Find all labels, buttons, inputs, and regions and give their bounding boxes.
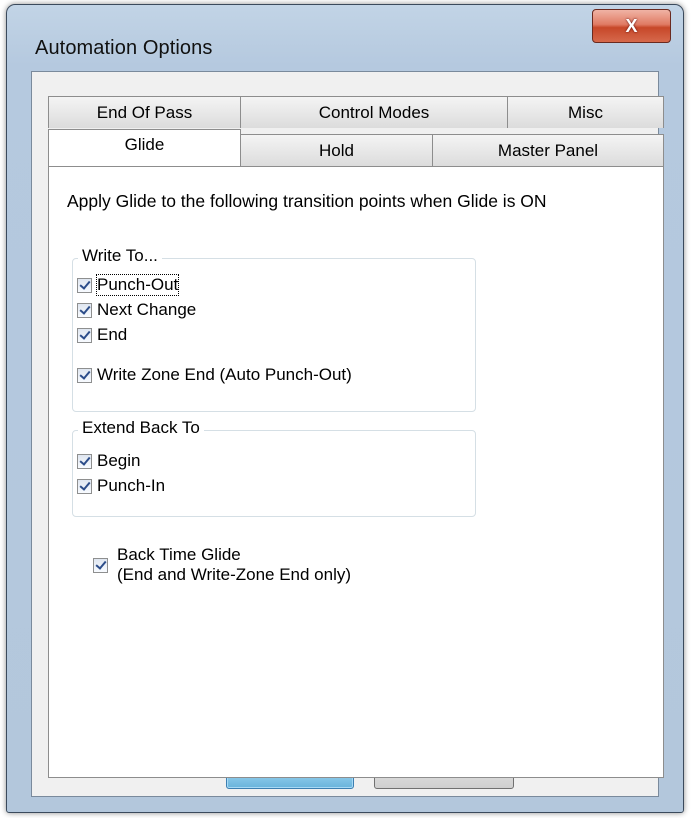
tab-label: Glide [124,135,165,154]
checkbox-label: (End and Write-Zone End only) [117,565,352,584]
close-button[interactable]: X [592,9,671,43]
checkbox-label: Begin [97,451,141,470]
title-bar[interactable]: Automation Options X [7,5,683,65]
end-checkbox[interactable]: End [77,325,127,345]
checkbox-checked-icon [77,302,92,318]
punch-in-checkbox[interactable]: Punch-In [77,476,165,496]
window-title: Automation Options [35,37,213,59]
glide-tab-panel: Apply Glide to the following transition … [48,166,664,778]
tab-label: Control Modes [318,102,430,122]
dialog-window: Automation Options X End Of Pass Control… [6,4,684,813]
write-to-group-title: Write To... [78,246,162,266]
punch-out-checkbox[interactable]: Punch-Out [77,274,180,296]
tab-label: Master Panel [497,140,599,160]
extend-back-to-group: Extend Back To Begin Punch-In [72,418,476,517]
checkbox-label: End [97,325,128,344]
begin-checkbox[interactable]: Begin [77,451,140,471]
tab-control-modes[interactable]: Control Modes [240,96,508,128]
tab-hold[interactable]: Hold [240,134,433,166]
extend-back-to-group-title: Extend Back To [78,418,204,438]
close-icon: X [625,15,638,36]
glide-description: Apply Glide to the following transition … [67,191,547,211]
checkbox-checked-icon [77,277,92,293]
checkbox-checked-icon [77,327,92,343]
dialog-client-area: End Of Pass Control Modes Misc Glide Hol… [31,71,664,797]
checkbox-checked-icon [77,453,92,469]
tab-master-panel[interactable]: Master Panel [432,134,664,166]
checkbox-checked-icon [77,367,92,383]
checkbox-label-block: Back Time Glide (End and Write-Zone End … [117,545,351,585]
tab-label: Hold [319,140,354,160]
checkbox-label: Punch-Out [95,274,180,296]
tab-label: End Of Pass [96,102,193,122]
tab-end-of-pass[interactable]: End Of Pass [48,96,241,128]
checkbox-label: Next Change [97,300,197,319]
back-time-glide-checkbox[interactable]: Back Time Glide (End and Write-Zone End … [93,545,351,585]
tab-glide[interactable]: Glide [48,129,241,166]
checkbox-label: Write Zone End (Auto Punch-Out) [97,365,352,384]
checkbox-label: Punch-In [97,476,166,495]
checkbox-checked-icon [77,478,92,494]
tab-misc[interactable]: Misc [507,96,664,128]
checkbox-label: Back Time Glide [117,545,241,564]
next-change-checkbox[interactable]: Next Change [77,300,196,320]
checkbox-checked-icon [93,557,108,573]
write-to-group: Write To... Punch-Out Next Change End Wr… [72,246,476,412]
tab-label: Misc [568,102,603,122]
write-zone-end-checkbox[interactable]: Write Zone End (Auto Punch-Out) [77,365,352,385]
